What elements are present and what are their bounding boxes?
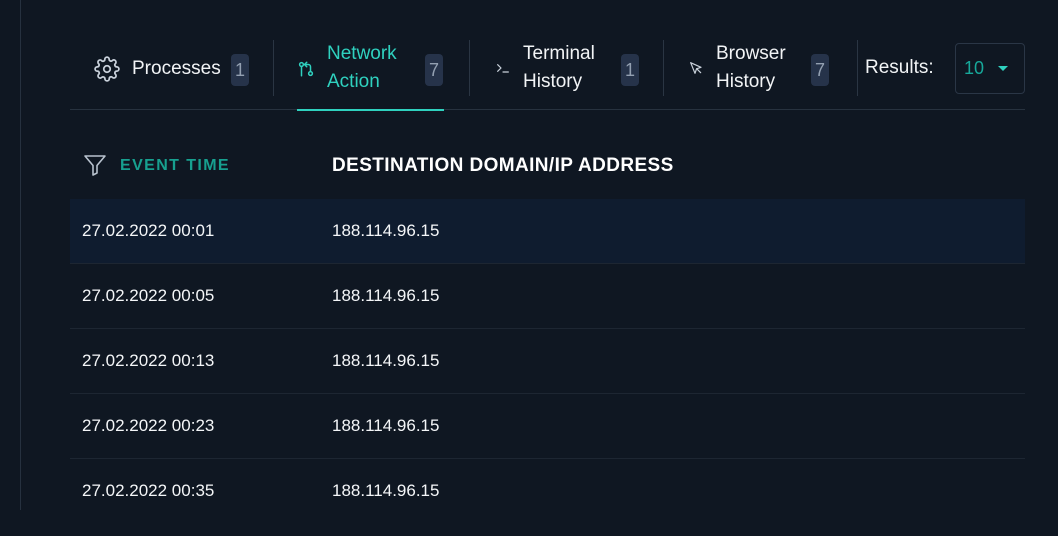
table-row[interactable]: 27.02.2022 00:23 188.114.96.15	[70, 394, 1025, 459]
event-time-cell: 27.02.2022 00:05	[82, 286, 215, 305]
tab-browser-history-line2: History	[716, 71, 776, 92]
tab-terminal-history-line1: Terminal	[523, 43, 595, 64]
tab-terminal-history[interactable]: Terminal History 1	[495, 40, 640, 110]
tab-browser-history-line1: Browser	[716, 43, 786, 64]
tab-network-action-line2: Action	[327, 71, 380, 92]
tab-processes-count: 1	[231, 54, 249, 86]
cursor-arrow-icon	[688, 60, 704, 76]
tab-browser-history-count: 7	[811, 54, 829, 86]
gear-icon	[94, 56, 120, 82]
chevron-down-icon	[998, 66, 1008, 71]
destination-cell: 188.114.96.15	[332, 351, 440, 370]
tab-bar: Processes 1 Network Action 7 Terminal Hi…	[70, 26, 1025, 111]
event-time-cell: 27.02.2022 00:01	[82, 221, 215, 240]
tab-network-action-line1: Network	[327, 43, 397, 64]
filter-icon[interactable]	[82, 153, 108, 182]
tab-terminal-history-label: Terminal History	[523, 40, 595, 96]
terminal-icon	[495, 60, 511, 76]
destination-cell: 188.114.96.15	[332, 221, 440, 240]
destination-cell: 188.114.96.15	[332, 416, 440, 435]
git-pull-icon	[297, 60, 315, 78]
results-per-page-value: 10	[964, 58, 985, 78]
left-divider	[20, 0, 21, 510]
destination-cell: 188.114.96.15	[332, 286, 440, 305]
column-header-destination: DESTINATION DOMAIN/IP ADDRESS	[332, 155, 674, 176]
event-time-cell: 27.02.2022 00:35	[82, 481, 215, 500]
table-row[interactable]: 27.02.2022 00:05 188.114.96.15	[70, 264, 1025, 329]
results-label: Results:	[865, 57, 934, 78]
tab-divider	[663, 40, 664, 96]
tab-terminal-history-line2: History	[523, 71, 583, 92]
tab-browser-history-label: Browser History	[716, 40, 786, 96]
destination-cell: 188.114.96.15	[332, 481, 440, 500]
tab-divider	[857, 40, 858, 96]
results-per-page-select[interactable]: 10	[955, 43, 1025, 94]
table-row[interactable]: 27.02.2022 00:13 188.114.96.15	[70, 329, 1025, 394]
tab-browser-history[interactable]: Browser History 7	[688, 40, 833, 110]
table-body: 27.02.2022 00:01 188.114.96.15 27.02.202…	[70, 199, 1025, 524]
tab-network-action-count: 7	[425, 54, 443, 86]
column-header-event-time[interactable]: EVENT TIME	[120, 157, 230, 175]
table-row[interactable]: 27.02.2022 00:01 188.114.96.15	[70, 199, 1025, 264]
tab-processes[interactable]: Processes 1	[94, 40, 254, 110]
tab-processes-label: Processes	[132, 58, 221, 79]
event-time-cell: 27.02.2022 00:23	[82, 416, 215, 435]
tab-terminal-history-count: 1	[621, 54, 639, 86]
tab-divider	[273, 40, 274, 96]
tab-divider	[469, 40, 470, 96]
tab-network-action[interactable]: Network Action 7	[297, 40, 444, 111]
table-header: EVENT TIME DESTINATION DOMAIN/IP ADDRESS	[70, 135, 1025, 199]
active-tab-indicator	[297, 109, 444, 111]
event-time-cell: 27.02.2022 00:13	[82, 351, 215, 370]
tab-network-action-label: Network Action	[327, 40, 397, 96]
table-row[interactable]: 27.02.2022 00:35 188.114.96.15	[70, 459, 1025, 524]
